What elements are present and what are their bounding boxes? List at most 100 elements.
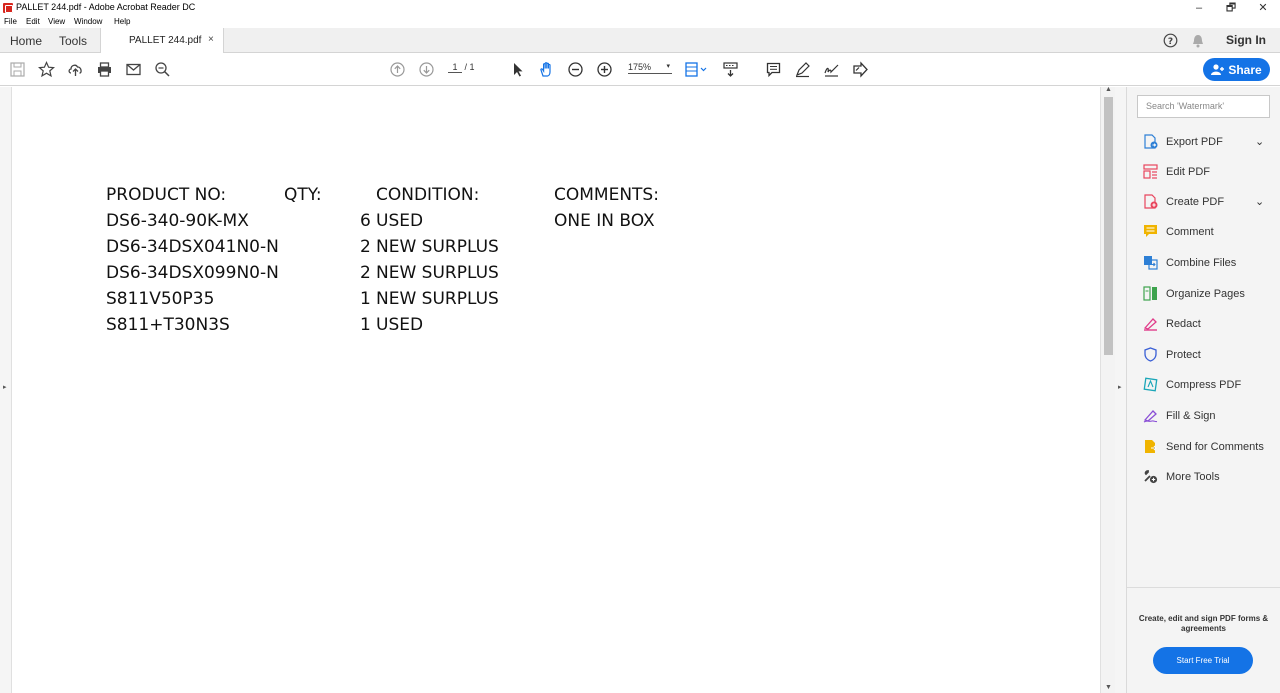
redact-icon xyxy=(1143,318,1157,331)
close-tab-icon[interactable]: × xyxy=(208,34,214,45)
chevron-down-icon[interactable]: ⌄ xyxy=(1255,195,1264,208)
tool-create-pdf[interactable]: Create PDF ⌄ xyxy=(1127,190,1280,214)
left-panel-toggle[interactable]: ▸ xyxy=(0,87,12,693)
compress-pdf-icon xyxy=(1143,377,1158,392)
right-panel-toggle[interactable]: ▸ xyxy=(1115,87,1127,693)
title-bar: PALLET 244.pdf - Adobe Acrobat Reader DC… xyxy=(0,0,1280,16)
tool-label: Fill & Sign xyxy=(1166,410,1216,422)
menu-edit[interactable]: Edit xyxy=(26,17,40,26)
row-3-condition: NEW SURPLUS xyxy=(376,263,499,283)
tool-protect[interactable]: Protect xyxy=(1127,343,1280,367)
add-user-icon xyxy=(1211,64,1225,75)
tool-label: Compress PDF xyxy=(1166,379,1242,391)
promo-section: Create, edit and sign PDF forms & agreem… xyxy=(1127,587,1280,693)
tab-home[interactable]: Home xyxy=(10,34,42,48)
row-1-qty: 6 xyxy=(360,211,371,231)
fit-page-icon[interactable] xyxy=(684,60,710,78)
sign-icon[interactable] xyxy=(822,60,840,78)
save-icon[interactable] xyxy=(8,60,26,78)
email-icon[interactable] xyxy=(124,60,142,78)
send-for-signature-icon[interactable] xyxy=(851,60,869,78)
tool-fill-sign[interactable]: Fill & Sign xyxy=(1127,404,1280,428)
menu-bar: File Edit View Window Help xyxy=(0,16,1280,28)
start-free-trial-button[interactable]: Start Free Trial xyxy=(1153,647,1253,674)
tools-panel: Search 'Watermark' Export PDF ⌄ Edit PDF… xyxy=(1127,87,1280,693)
tool-label: More Tools xyxy=(1166,471,1220,483)
tool-combine-files[interactable]: Combine Files xyxy=(1127,251,1280,275)
edit-pdf-icon xyxy=(1143,164,1158,179)
previous-page-icon[interactable] xyxy=(388,60,406,78)
chevron-down-icon[interactable]: ⌄ xyxy=(1255,135,1264,148)
tool-export-pdf[interactable]: Export PDF ⌄ xyxy=(1127,130,1280,154)
highlight-pen-icon[interactable] xyxy=(793,60,811,78)
more-tools-icon xyxy=(1144,470,1158,484)
vertical-scrollbar[interactable]: ▲ ▼ xyxy=(1100,86,1115,693)
scroll-mode-icon[interactable] xyxy=(721,60,739,78)
protect-icon xyxy=(1144,347,1157,362)
tab-bar: Home Tools PALLET 244.pdf × ? Sign In xyxy=(0,28,1280,53)
tab-tools[interactable]: Tools xyxy=(59,34,87,48)
tool-label: Organize Pages xyxy=(1166,288,1245,300)
minimize-button[interactable]: – xyxy=(1184,0,1214,16)
scrollbar-thumb[interactable] xyxy=(1104,97,1113,355)
close-window-button[interactable]: ✕ xyxy=(1248,0,1278,16)
maximize-button[interactable]: 🗗 xyxy=(1216,0,1246,16)
tool-label: Protect xyxy=(1166,349,1201,361)
row-2-qty: 2 xyxy=(360,237,371,257)
header-condition: CONDITION: xyxy=(376,185,480,205)
share-button[interactable]: Share xyxy=(1203,58,1270,81)
export-pdf-icon xyxy=(1144,134,1158,149)
tool-comment[interactable]: Comment xyxy=(1127,220,1280,244)
notifications-bell-icon[interactable] xyxy=(1192,34,1204,53)
zoom-level-dropdown[interactable]: 175% ▾ xyxy=(628,62,672,74)
promo-text: Create, edit and sign PDF forms & agreem… xyxy=(1138,614,1269,633)
row-3-qty: 2 xyxy=(360,263,371,283)
sign-in-button[interactable]: Sign In xyxy=(1226,33,1266,47)
print-icon[interactable] xyxy=(95,60,113,78)
tab-document-label: PALLET 244.pdf xyxy=(129,35,202,46)
tools-search-input[interactable]: Search 'Watermark' xyxy=(1137,95,1270,118)
scroll-up-icon[interactable]: ▲ xyxy=(1105,86,1112,93)
page-total: / 1 xyxy=(464,62,475,72)
send-for-comments-icon xyxy=(1145,440,1157,453)
menu-window[interactable]: Window xyxy=(74,17,102,26)
toolbar: 1 / 1 175% ▾ Share xyxy=(0,53,1280,86)
row-1-product: DS6-340-90K-MX xyxy=(106,211,249,231)
scroll-down-icon[interactable]: ▼ xyxy=(1105,684,1112,691)
collapse-right-panel-icon[interactable]: ▸ xyxy=(1118,383,1122,391)
next-page-icon[interactable] xyxy=(417,60,435,78)
zoom-out-icon[interactable] xyxy=(566,60,584,78)
bookmark-star-icon[interactable] xyxy=(37,60,55,78)
menu-view[interactable]: View xyxy=(48,17,65,26)
select-cursor-icon[interactable] xyxy=(508,60,526,78)
row-1-condition: USED xyxy=(376,211,424,231)
help-icon[interactable]: ? xyxy=(1163,33,1178,53)
header-product-no: PRODUCT NO: xyxy=(106,185,227,205)
tool-compress-pdf[interactable]: Compress PDF xyxy=(1127,373,1280,397)
tool-redact[interactable]: Redact xyxy=(1127,312,1280,336)
row-1-comment: ONE IN BOX xyxy=(554,211,655,231)
find-zoom-icon[interactable] xyxy=(153,60,171,78)
menu-file[interactable]: File xyxy=(4,17,17,26)
menu-help[interactable]: Help xyxy=(114,17,130,26)
tool-organize-pages[interactable]: Organize Pages xyxy=(1127,282,1280,306)
document-page: PRODUCT NO: QTY: CONDITION: COMMENTS: DS… xyxy=(13,87,1100,693)
window-title: PALLET 244.pdf - Adobe Acrobat Reader DC xyxy=(16,2,196,12)
share-button-label: Share xyxy=(1228,62,1262,77)
comment-tool-icon[interactable] xyxy=(764,60,782,78)
tab-document[interactable]: PALLET 244.pdf × xyxy=(100,28,224,53)
zoom-level-value: 175% xyxy=(628,62,652,72)
hand-tool-icon[interactable] xyxy=(537,60,555,78)
tool-label: Comment xyxy=(1166,226,1214,238)
upload-cloud-icon[interactable] xyxy=(66,60,84,78)
expand-left-panel-icon[interactable]: ▸ xyxy=(3,383,7,391)
tool-label: Create PDF xyxy=(1166,196,1225,208)
zoom-in-icon[interactable] xyxy=(595,60,613,78)
tool-send-for-comments[interactable]: Send for Comments xyxy=(1127,435,1280,459)
svg-text:?: ? xyxy=(1168,37,1173,47)
tool-label: Combine Files xyxy=(1166,257,1237,269)
tool-more-tools[interactable]: More Tools xyxy=(1127,465,1280,489)
tool-edit-pdf[interactable]: Edit PDF xyxy=(1127,160,1280,184)
page-number-input[interactable]: 1 xyxy=(448,62,462,73)
fill-sign-icon xyxy=(1143,410,1158,423)
